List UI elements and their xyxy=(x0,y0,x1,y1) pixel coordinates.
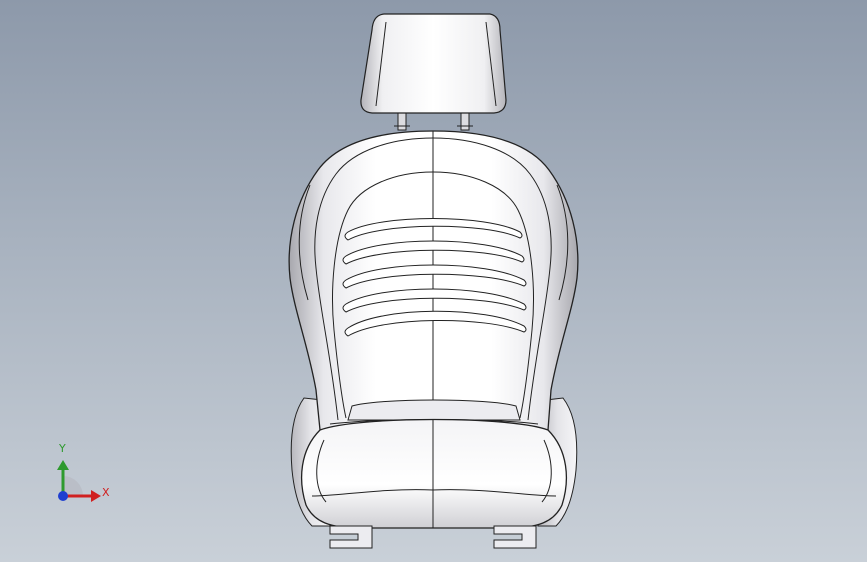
x-axis-label: X xyxy=(102,486,110,499)
seat-brackets xyxy=(329,525,537,549)
coordinate-triad-icon xyxy=(57,460,101,502)
y-axis-label: Y xyxy=(59,442,66,455)
headrest xyxy=(360,13,507,114)
graphics-viewport[interactable]: Y X xyxy=(0,0,867,562)
car-seat-model-icon[interactable] xyxy=(0,0,867,562)
backrest xyxy=(288,130,579,431)
